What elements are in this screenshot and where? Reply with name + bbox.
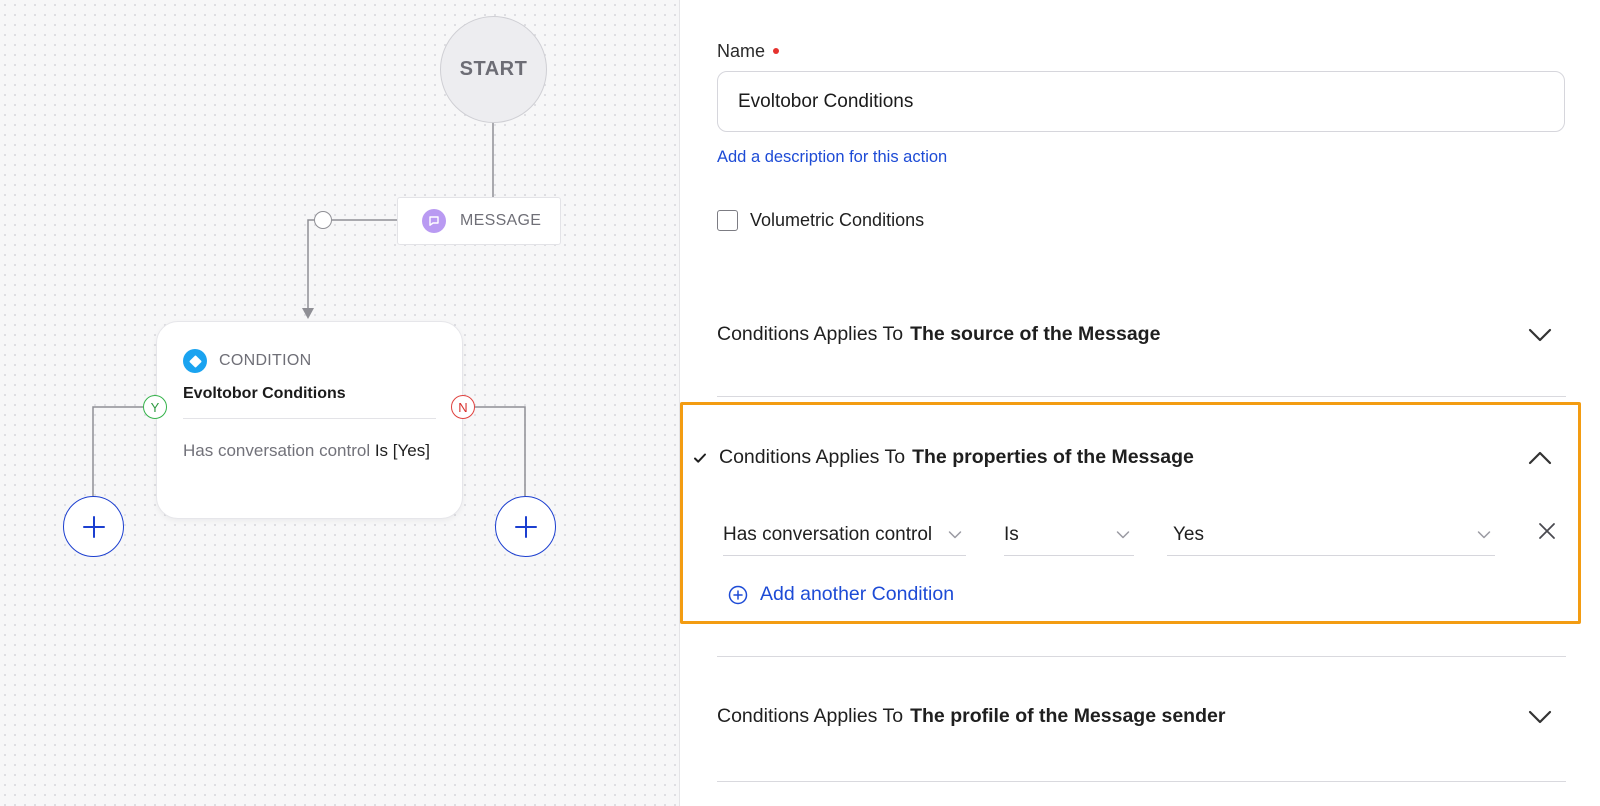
add-description-link[interactable]: Add a description for this action — [717, 148, 947, 167]
section-divider — [717, 781, 1566, 782]
volumetric-conditions-option[interactable]: Volumetric Conditions — [717, 210, 924, 231]
yes-branch-badge: Y — [143, 395, 167, 419]
condition-node-name: Evoltobor Conditions — [183, 385, 346, 402]
start-node[interactable]: START — [440, 16, 547, 123]
no-branch-line — [475, 406, 526, 496]
required-indicator — [773, 48, 780, 55]
yes-branch-line — [92, 406, 143, 496]
summary-operator: Is — [374, 441, 389, 460]
condition-node-header: CONDITION — [183, 349, 436, 373]
no-branch-badge: N — [451, 395, 475, 419]
section-prefix: Conditions Applies To — [717, 323, 904, 345]
section-target: The profile of the Message sender — [910, 705, 1226, 727]
chat-bubble-icon — [422, 209, 446, 233]
chevron-up-icon[interactable] — [1527, 450, 1553, 466]
flow-canvas[interactable]: START MESSAGE CONDITION Evoltobor Condit… — [0, 0, 680, 806]
properties-panel: Name Add a description for this action V… — [680, 0, 1600, 806]
diamond-icon — [183, 349, 207, 373]
section-divider — [717, 396, 1566, 397]
checkmark-icon — [694, 453, 706, 463]
chevron-down-icon — [1116, 531, 1130, 539]
name-input[interactable] — [717, 71, 1565, 132]
add-yes-node-button[interactable] — [63, 496, 124, 557]
dot-to-condition-line — [307, 219, 314, 313]
condition-value-value: Yes — [1173, 524, 1204, 545]
condition-operator-select[interactable]: Is — [1004, 515, 1134, 556]
plus-icon — [82, 515, 105, 538]
condition-value-select[interactable]: Yes — [1167, 515, 1495, 556]
name-field-label: Name — [717, 41, 780, 62]
add-no-node-button[interactable] — [495, 496, 556, 557]
plus-icon — [514, 515, 537, 538]
condition-field-select[interactable]: Has conversation control — [723, 515, 966, 556]
section-target: The properties of the Message — [912, 446, 1194, 468]
section-properties-of-message[interactable]: Conditions Applies To The properties of … — [693, 446, 1565, 469]
condition-operator-value: Is — [1004, 524, 1019, 545]
section-prefix: Conditions Applies To — [719, 446, 906, 468]
volumetric-conditions-checkbox[interactable] — [717, 210, 738, 231]
close-icon[interactable] — [1536, 520, 1558, 542]
volumetric-conditions-label: Volumetric Conditions — [750, 210, 925, 230]
section-source-of-message[interactable]: Conditions Applies To The source of the … — [717, 323, 1565, 346]
plus-circle-icon — [728, 585, 748, 604]
condition-node-divider — [183, 418, 436, 419]
chevron-down-icon — [948, 531, 962, 539]
workflow-editor: START MESSAGE CONDITION Evoltobor Condit… — [0, 0, 1600, 806]
name-label-text: Name — [717, 41, 766, 61]
add-condition-label: Add another Condition — [760, 583, 955, 605]
message-node-label: MESSAGE — [460, 212, 542, 229]
summary-field: Has conversation control — [183, 441, 371, 460]
section-profile-of-sender[interactable]: Conditions Applies To The profile of the… — [717, 705, 1565, 728]
chevron-down-icon[interactable] — [1527, 709, 1553, 725]
section-target: The source of the Message — [910, 323, 1161, 345]
section-prefix: Conditions Applies To — [717, 705, 904, 727]
condition-node-summary: Has conversation control Is [Yes] — [183, 437, 436, 464]
condition-field-value: Has conversation control — [723, 524, 933, 545]
summary-value: [Yes] — [392, 441, 430, 460]
add-another-condition-button[interactable]: Add another Condition — [728, 583, 954, 606]
section-divider — [717, 656, 1566, 657]
connector-handle[interactable] — [314, 211, 332, 229]
message-node[interactable]: MESSAGE — [397, 197, 561, 245]
chevron-down-icon[interactable] — [1527, 327, 1553, 343]
condition-node-type: CONDITION — [219, 352, 312, 369]
chevron-down-icon — [1477, 531, 1491, 539]
arrowhead — [302, 308, 314, 319]
condition-node[interactable]: CONDITION Evoltobor Conditions Has conve… — [156, 321, 463, 519]
